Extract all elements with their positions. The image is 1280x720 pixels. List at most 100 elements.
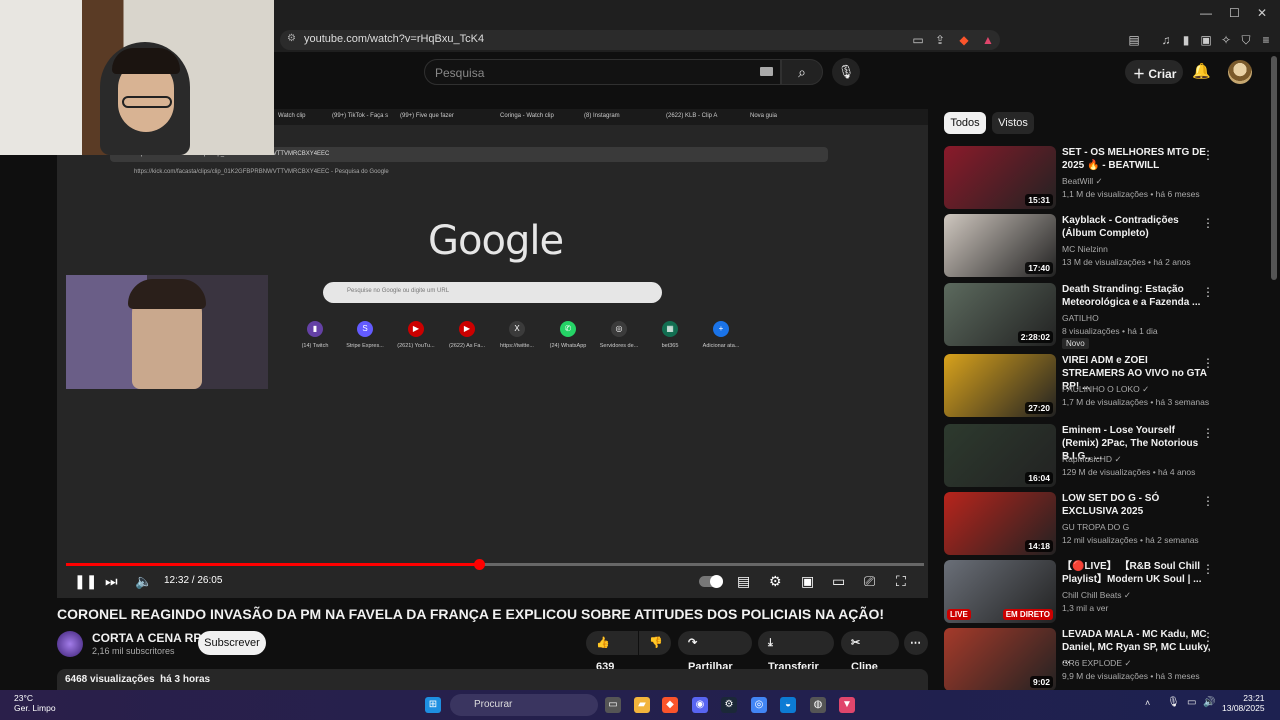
autoplay-toggle[interactable] [699, 575, 723, 588]
recommendation-item[interactable]: 27:20 VIREI ADM e ZOEI STREAMERS AO VIVO … [944, 354, 1234, 418]
maximize-button[interactable]: ☐ [1229, 6, 1240, 20]
recommendation-item[interactable]: 16:04 Eminem - Lose Yourself (Remix) 2Pac… [944, 424, 1234, 488]
dislike-button[interactable]: 👎 [639, 631, 671, 655]
video-thumbnail[interactable]: 2:28:02 [944, 283, 1056, 346]
cast-icon[interactable]: ▭ [910, 32, 926, 48]
menu-icon[interactable]: ≡ [1258, 32, 1274, 48]
tray-chevron-icon[interactable]: ˄ [1145, 698, 1150, 708]
keyboard-icon[interactable] [760, 67, 773, 76]
recommendation-channel[interactable]: GATILHO [1062, 313, 1099, 323]
subscribe-button[interactable]: Subscrever [198, 631, 266, 655]
recommendation-title[interactable]: Death Stranding: Estação Meteorológica e… [1062, 283, 1212, 309]
address-bar[interactable]: ⚙ youtube.com/watch?v=rHqBxu_TcK4 [280, 30, 1000, 50]
obs-icon[interactable]: ◍ [810, 697, 826, 713]
recommendation-channel[interactable]: RapMusicHD ✓ [1062, 454, 1122, 465]
share-page-icon[interactable]: ⇪ [932, 32, 948, 48]
volume-tray-icon[interactable]: 🔊 [1203, 697, 1215, 708]
recommendation-title[interactable]: 【🔴LIVE】 【R&B Soul Chill Playlist】Modern … [1062, 560, 1212, 586]
notifications-bell-icon[interactable]: 🔔 [1192, 62, 1211, 80]
file-explorer-icon[interactable]: ▰ [634, 697, 650, 713]
more-vertical-icon[interactable]: ⋮ [1202, 285, 1214, 299]
leo-ai-icon[interactable]: ✧ [1218, 32, 1234, 48]
recommendation-channel[interactable]: BeatWill ✓ [1062, 176, 1103, 187]
pause-icon[interactable]: ❚❚ [74, 573, 97, 590]
more-vertical-icon[interactable]: ⋮ [1202, 148, 1214, 162]
steam-icon[interactable]: ⚙ [721, 697, 737, 713]
recommendation-item[interactable]: EM DIRETO LIVE 【🔴LIVE】 【R&B Soul Chill Pla… [944, 560, 1234, 624]
search-button[interactable]: ⌕ [781, 59, 823, 85]
recommendation-item[interactable]: 17:40 Kayblack - Contradições (Álbum Comp… [944, 214, 1234, 278]
settings-gear-icon[interactable]: ⚙ [769, 573, 782, 590]
video-thumbnail[interactable]: 15:31 [944, 146, 1056, 209]
theater-mode-icon[interactable]: ▭ [832, 573, 845, 590]
subtitles-icon[interactable]: ▤ [737, 573, 750, 590]
recommendation-item[interactable]: 2:28:02 Death Stranding: Estação Meteorol… [944, 283, 1234, 349]
search-input[interactable]: Pesquisa [424, 59, 781, 85]
next-video-icon[interactable]: ⏭ [105, 573, 118, 590]
more-vertical-icon[interactable]: ⋮ [1202, 494, 1214, 508]
like-button[interactable]: 👍 639 [586, 631, 638, 673]
task-view-icon[interactable]: ▭ [605, 697, 621, 713]
share-button[interactable]: ↷ Partilhar [678, 631, 752, 673]
recommendation-title[interactable]: Kayblack - Contradições (Álbum Completo) [1062, 214, 1212, 240]
mic-tray-icon[interactable]: 🎙 [1167, 697, 1180, 708]
reader-mode-icon[interactable]: ▤ [1126, 32, 1142, 48]
recommendation-title[interactable]: SET - OS MELHORES MTG DE 2025 🔥 - BEATWI… [1062, 146, 1212, 172]
miniplayer-icon[interactable]: ▣ [801, 573, 814, 590]
close-window-button[interactable]: ✕ [1257, 6, 1267, 20]
progress-scrubber[interactable] [473, 559, 485, 570]
sidebar-icon[interactable]: ▮ [1178, 32, 1194, 48]
app-icon[interactable]: ▼ [839, 697, 855, 713]
recommendation-channel[interactable]: Chill Chill Beats ✓ [1062, 590, 1131, 601]
video-thumbnail[interactable]: EM DIRETO LIVE [944, 560, 1056, 623]
account-avatar[interactable] [1228, 60, 1252, 84]
create-button[interactable]: ＋ Criar [1125, 60, 1183, 84]
brave-rewards-icon[interactable]: ▲ [980, 32, 996, 48]
more-actions-button[interactable]: ⋯ [904, 631, 928, 655]
discord-icon[interactable]: ◉ [692, 697, 708, 713]
brave-shields-icon[interactable]: ◆ [956, 32, 972, 48]
edge-icon[interactable]: ◒ [780, 697, 796, 713]
channel-avatar[interactable] [57, 631, 83, 657]
video-thumbnail[interactable]: 17:40 [944, 214, 1056, 277]
more-vertical-icon[interactable]: ⋮ [1202, 630, 1214, 644]
recommendation-channel[interactable]: MC Nielzinn [1062, 244, 1108, 254]
recommendation-channel[interactable]: GU TROPA DO G [1062, 522, 1129, 532]
recommendation-item[interactable]: 15:31 SET - OS MELHORES MTG DE 2025 🔥 - B… [944, 146, 1234, 210]
download-button[interactable]: ⤓ Transferir [758, 631, 834, 673]
chrome-icon[interactable]: ◎ [751, 697, 767, 713]
minimize-button[interactable]: — [1200, 6, 1212, 20]
brave-icon[interactable]: ◆ [662, 697, 678, 713]
sidebar-scrollbar[interactable] [1271, 56, 1277, 280]
filter-chip-watched[interactable]: Vistos [992, 112, 1034, 134]
video-thumbnail[interactable]: 16:04 [944, 424, 1056, 487]
recommendation-channel[interactable]: GR6 EXPLODE ✓ [1062, 658, 1131, 669]
video-thumbnail[interactable]: 27:20 [944, 354, 1056, 417]
clip-button[interactable]: ✂ Clipe [841, 631, 899, 673]
voice-search-button[interactable]: 🎙 [832, 58, 860, 86]
more-vertical-icon[interactable]: ⋮ [1202, 356, 1214, 370]
cast-video-icon[interactable]: ⎚ [864, 573, 875, 590]
start-icon[interactable]: ⊞ [425, 697, 441, 713]
fullscreen-icon[interactable]: ⛶ [896, 573, 906, 590]
recommendation-item[interactable]: 9:02 LEVADA MALA - MC Kadu, MC Daniel, MC… [944, 628, 1234, 692]
wallet-icon[interactable]: ▣ [1198, 32, 1214, 48]
channel-name[interactable]: CORTA A CENA RP [92, 631, 201, 645]
network-icon[interactable]: ▭ [1187, 697, 1196, 708]
recommendation-channel[interactable]: PAULINHO O LOKO ✓ [1062, 384, 1149, 395]
more-vertical-icon[interactable]: ⋮ [1202, 562, 1214, 576]
vpn-icon[interactable]: ⛉ [1238, 32, 1254, 48]
recommendation-title[interactable]: LOW SET DO G - SÓ EXCLUSIVA 2025 [1062, 492, 1212, 518]
description-box[interactable]: 6468 visualizações há 3 horas [57, 669, 928, 691]
more-vertical-icon[interactable]: ⋮ [1202, 426, 1214, 440]
recommendation-item[interactable]: 14:18 LOW SET DO G - SÓ EXCLUSIVA 2025 GU … [944, 492, 1234, 556]
weather-widget[interactable]: 23°C Ger. Limpo [14, 693, 56, 713]
taskbar-search[interactable]: Procurar [450, 694, 598, 716]
taskbar-clock[interactable]: 23:21 13/08/2025 [1222, 693, 1265, 713]
filter-chip-all[interactable]: Todos [944, 112, 986, 134]
music-icon[interactable]: ♫ [1158, 32, 1174, 48]
video-thumbnail[interactable]: 14:18 [944, 492, 1056, 555]
video-thumbnail[interactable]: 9:02 [944, 628, 1056, 691]
more-vertical-icon[interactable]: ⋮ [1202, 216, 1214, 230]
volume-icon[interactable]: 🔈 [135, 573, 152, 590]
